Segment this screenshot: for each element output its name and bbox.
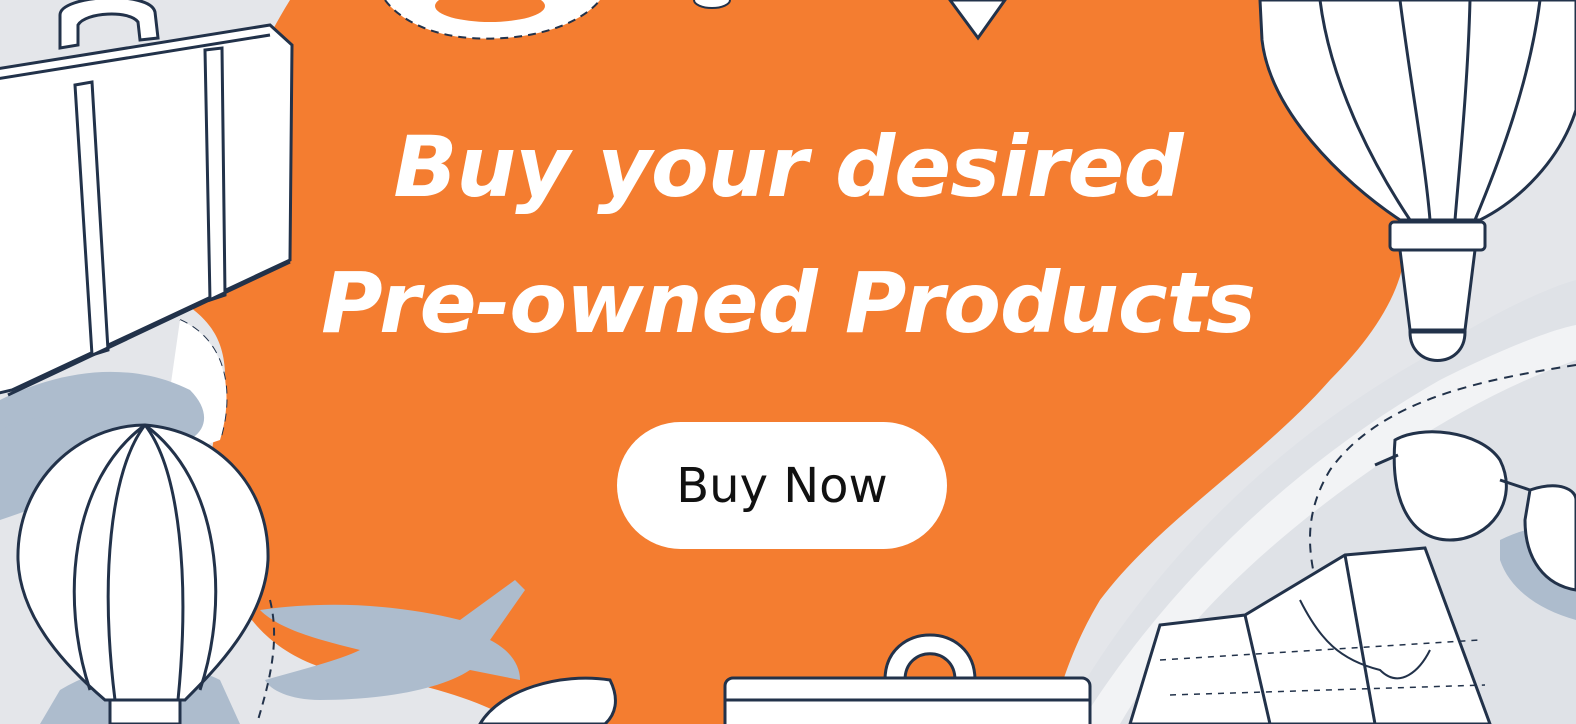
headline-line-2: Pre-owned Products <box>321 254 1256 352</box>
background-artwork <box>0 0 1576 724</box>
headline-line-1: Buy your desired <box>393 118 1183 216</box>
buy-now-button[interactable]: Buy Now <box>617 422 947 549</box>
